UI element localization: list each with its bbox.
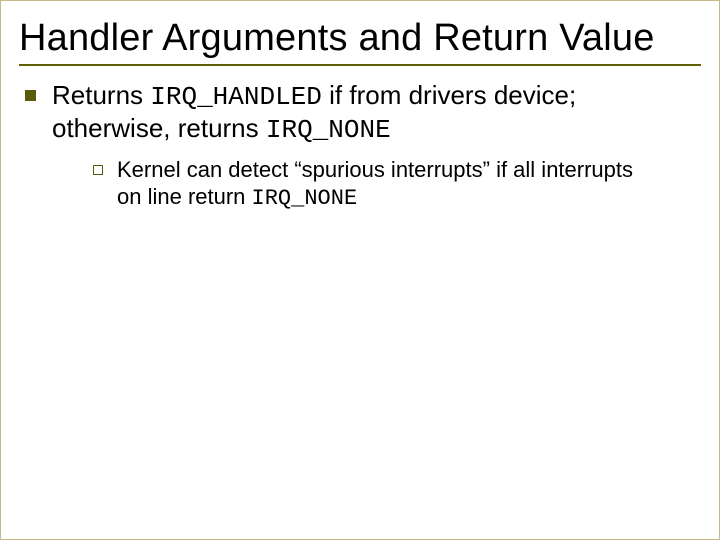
slide-title: Handler Arguments and Return Value [19,17,701,60]
slide: Handler Arguments and Return Value Retur… [0,0,720,540]
code-run: IRQ_NONE [266,115,391,145]
text-run: Kernel can detect “spurious interrupts” … [117,157,633,209]
text-run: Returns [52,80,150,110]
bullet-level2: Kernel can detect “spurious interrupts” … [93,157,701,213]
square-bullet-icon [25,90,36,101]
code-run: IRQ_HANDLED [150,82,322,112]
bullet-level2-text: Kernel can detect “spurious interrupts” … [117,157,657,213]
bullet-level1: Returns IRQ_HANDLED if from drivers devi… [25,80,701,147]
bullet-level1-text: Returns IRQ_HANDLED if from drivers devi… [52,80,701,147]
hollow-square-bullet-icon [93,165,103,175]
title-underline [19,64,701,66]
code-run: IRQ_NONE [252,186,358,211]
